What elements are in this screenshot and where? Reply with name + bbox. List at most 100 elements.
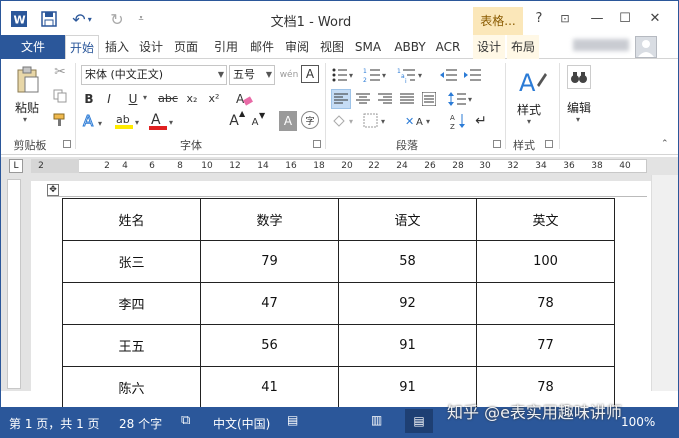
close-button[interactable]: ✕ <box>643 9 667 29</box>
table-cell[interactable]: 79 <box>200 240 339 283</box>
table-move-handle-icon[interactable]: ✥ <box>47 184 59 196</box>
avatar[interactable] <box>635 36 657 58</box>
text-effects-icon[interactable]: A ▾ <box>81 111 107 131</box>
align-left-icon[interactable] <box>331 89 351 109</box>
justify-icon[interactable] <box>397 89 417 109</box>
underline-dropdown-icon[interactable]: ▾ <box>143 93 147 102</box>
customize-qat-icon[interactable]: ⩡ <box>133 9 149 29</box>
language-status[interactable]: 中文(中国) <box>213 415 270 432</box>
paste-button[interactable]: 粘贴 <box>15 99 39 116</box>
table-header-cell[interactable]: 语文 <box>338 198 477 241</box>
format-painter-icon[interactable] <box>51 111 69 129</box>
line-spacing-icon[interactable]: ▾ <box>447 89 477 109</box>
character-shading-button[interactable]: A <box>279 111 297 131</box>
character-border-icon[interactable]: A <box>301 65 319 83</box>
tab-selector[interactable]: L <box>9 159 23 173</box>
tab-mailings[interactable]: 邮件 <box>245 35 279 59</box>
highlight-color-icon[interactable]: ab ▾ <box>113 111 143 131</box>
strikethrough-button[interactable]: abc <box>155 89 181 109</box>
page-count[interactable]: 第 1 页，共 1 页 <box>9 415 100 432</box>
multilevel-list-icon[interactable]: 1 a i ▾ <box>397 65 427 85</box>
table-cell[interactable]: 77 <box>476 324 615 367</box>
show-marks-icon[interactable]: ↵ <box>471 111 491 131</box>
ribbon-display-options-button[interactable]: ⊡ <box>553 9 577 29</box>
cut-icon[interactable]: ✂ <box>51 63 69 81</box>
sort-icon[interactable]: AZ <box>449 111 469 131</box>
increase-indent-icon[interactable] <box>463 65 483 85</box>
tab-page-layout[interactable]: 页面 <box>169 35 203 59</box>
macro-recording-icon[interactable]: ▤ <box>287 413 298 427</box>
minimize-button[interactable]: — <box>585 9 609 29</box>
collapse-ribbon-icon[interactable]: ⌃ <box>661 139 669 149</box>
paste-dropdown-icon[interactable]: ▾ <box>23 115 27 124</box>
styles-dropdown-icon[interactable]: ▾ <box>527 117 531 126</box>
decrease-indent-icon[interactable] <box>439 65 459 85</box>
copy-icon[interactable] <box>51 87 69 105</box>
borders-icon[interactable]: ▾ <box>363 111 391 131</box>
table-cell[interactable]: 91 <box>338 324 477 367</box>
proofing-icon[interactable]: ⧉ <box>181 413 190 428</box>
bold-button[interactable]: B <box>81 89 97 109</box>
clear-formatting-icon[interactable]: wén <box>277 65 301 85</box>
styles-launcher-icon[interactable] <box>545 140 553 148</box>
font-size-combo[interactable]: 五号 ▼ <box>229 65 275 85</box>
binoculars-icon[interactable] <box>567 65 591 89</box>
distributed-icon[interactable] <box>419 89 439 109</box>
table-cell[interactable]: 王五 <box>62 324 201 367</box>
tab-view[interactable]: 视图 <box>315 35 349 59</box>
eraser-icon[interactable]: A <box>233 89 255 109</box>
maximize-button[interactable]: ☐ <box>613 9 637 29</box>
zoom-level[interactable]: 100% <box>621 415 655 429</box>
tab-sma[interactable]: SMA <box>351 35 385 59</box>
table-header-cell[interactable]: 姓名 <box>62 198 201 241</box>
shading-icon[interactable]: ▾ <box>331 111 359 131</box>
tab-review[interactable]: 审阅 <box>281 35 313 59</box>
chinese-layout-icon[interactable]: ✕ A ▾ <box>405 111 435 131</box>
table-cell[interactable]: 张三 <box>62 240 201 283</box>
save-icon[interactable] <box>37 9 61 29</box>
underline-button[interactable]: U <box>125 89 141 109</box>
table-cell[interactable]: 陈六 <box>62 366 201 409</box>
editing-dropdown-icon[interactable]: ▾ <box>576 115 580 124</box>
numbering-icon[interactable]: 1 2 ▾ <box>363 65 391 85</box>
undo-icon[interactable]: ↶ ▾ <box>67 9 97 29</box>
table-cell[interactable]: 100 <box>476 240 615 283</box>
table-cell[interactable]: 92 <box>338 282 477 325</box>
tab-table-layout[interactable]: 布局 <box>507 35 539 59</box>
tab-references[interactable]: 引用 <box>209 35 243 59</box>
clipboard-launcher-icon[interactable] <box>63 140 71 148</box>
word-count[interactable]: 28 个字 <box>119 415 162 432</box>
tab-file[interactable]: 文件 <box>1 35 65 59</box>
tab-acr[interactable]: ACR <box>431 35 465 59</box>
subscript-button[interactable]: x₂ <box>183 89 201 109</box>
table-cell[interactable]: 56 <box>200 324 339 367</box>
redo-icon[interactable]: ↻ <box>105 9 129 29</box>
print-layout-icon[interactable]: ▤ <box>405 409 433 433</box>
font-launcher-icon[interactable] <box>313 140 321 148</box>
vertical-ruler[interactable] <box>7 179 21 389</box>
tab-table-design[interactable]: 设计 <box>473 35 505 59</box>
bullets-icon[interactable]: ▾ <box>331 65 357 85</box>
grade-table[interactable]: 姓名 数学 语文 英文 张三 79 58 100 李四 47 92 78 王五 … <box>62 198 615 409</box>
editing-button[interactable]: 编辑 <box>567 99 591 116</box>
table-cell[interactable]: 58 <box>338 240 477 283</box>
read-mode-icon[interactable]: ▥ <box>371 413 382 427</box>
table-header-cell[interactable]: 数学 <box>200 198 339 241</box>
align-center-icon[interactable] <box>353 89 373 109</box>
font-color-icon[interactable]: A ▾ <box>147 111 177 131</box>
tab-design[interactable]: 设计 <box>135 35 167 59</box>
vertical-scrollbar[interactable] <box>651 175 678 391</box>
styles-button[interactable]: 样式 <box>517 101 541 118</box>
font-name-combo[interactable]: 宋体 (中文正文) ▼ <box>81 65 227 85</box>
table-cell[interactable]: 78 <box>476 282 615 325</box>
table-header-cell[interactable]: 英文 <box>476 198 615 241</box>
tab-insert[interactable]: 插入 <box>101 35 133 59</box>
tab-abby[interactable]: ABBY <box>391 35 429 59</box>
tab-home[interactable]: 开始 <box>65 35 99 60</box>
help-button[interactable]: ? <box>527 9 551 29</box>
table-cell[interactable]: 47 <box>200 282 339 325</box>
paste-icon[interactable] <box>13 65 43 95</box>
enclose-characters-button[interactable]: 字 <box>301 111 319 129</box>
table-cell[interactable]: 李四 <box>62 282 201 325</box>
align-right-icon[interactable] <box>375 89 395 109</box>
